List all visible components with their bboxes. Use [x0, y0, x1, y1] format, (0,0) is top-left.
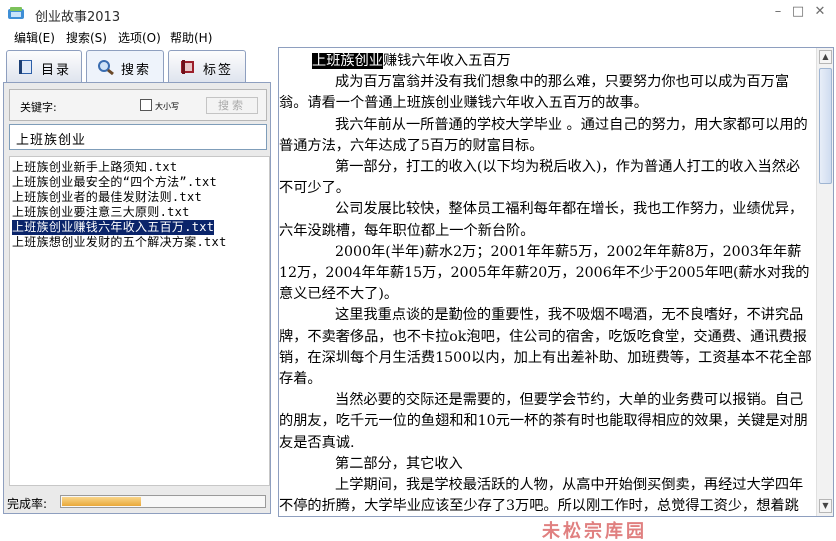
- app-logo-icon: [8, 7, 24, 19]
- tab-search[interactable]: 搜索: [86, 50, 164, 84]
- tab-contents[interactable]: 目录: [6, 50, 82, 82]
- scroll-up-icon[interactable]: ▲: [819, 50, 832, 64]
- left-panel: 目录 搜索 标签 关键字: 大小写 搜索 上班族创业 上班族创业新手上路须知.t…: [0, 47, 274, 517]
- menu-options[interactable]: 选项(O): [118, 29, 161, 46]
- progress-bar: [60, 495, 266, 508]
- article-paragraph: 这里我重点谈的是勤俭的重要性，我不吸烟不喝酒，无不良嗜好，不讲究品牌，不卖奢侈品…: [279, 307, 812, 388]
- tab-contents-label: 目录: [41, 63, 72, 78]
- result-item[interactable]: 上班族创业要注意三大原则.txt: [12, 205, 190, 220]
- search-button[interactable]: 搜索: [206, 97, 258, 114]
- search-options: 关键字: 大小写 搜索: [9, 89, 267, 121]
- article-viewer[interactable]: 上班族创业赚钱六年收入五百万 成为百万富翁并没有我们想象中的那么难，只要努力你也…: [278, 47, 834, 517]
- article-paragraph: 公司发展比较快，整体员工福利每年都在增长，我也工作努力，业绩优异，六年没跳槽，每…: [279, 201, 804, 239]
- menu-help[interactable]: 帮助(H): [170, 29, 212, 46]
- maximize-icon[interactable]: □: [790, 4, 806, 20]
- result-item[interactable]: 上班族想创业发财的五个解决方案.txt: [12, 235, 227, 250]
- search-pane: 关键字: 大小写 搜索 上班族创业 上班族创业新手上路须知.txt 上班族创业最…: [3, 82, 271, 514]
- progress-fill: [62, 497, 141, 506]
- article-paragraph: 第二部分，其它收入: [335, 455, 463, 472]
- article-paragraph: 上学期间，我是学校最活跃的人物，从高中开始倒买倒卖，再经过大学四年不停的折腾，大…: [279, 477, 804, 515]
- vertical-scrollbar[interactable]: ▲ ▼: [816, 48, 833, 516]
- menu-bar: 编辑(E) 搜索(S) 选项(O) 帮助(H): [0, 27, 836, 47]
- article-body: 上班族创业赚钱六年收入五百万 成为百万富翁并没有我们想象中的那么难，只要努力你也…: [279, 51, 813, 516]
- result-item[interactable]: 上班族创业者的最佳发财法则.txt: [12, 190, 202, 205]
- article-paragraph: 第一部分，打工的收入(以下均为税后收入)，作为普通人打工的收入当然必不可少了。: [279, 159, 801, 197]
- watermark: 未松宗库园: [542, 521, 647, 541]
- article-paragraph: 成为百万富翁并没有我们想象中的那么难，只要努力你也可以成为百万富翁。请看一个普通…: [279, 74, 790, 112]
- result-item-selected[interactable]: 上班族创业赚钱六年收入五百万.txt: [10, 219, 216, 236]
- article-paragraph: 当然必要的交际还是需要的，但要学会节约，大单的业务费可以报销。自己的朋友，吃千元…: [279, 392, 808, 451]
- scroll-down-icon[interactable]: ▼: [819, 499, 832, 513]
- tab-bookmarks-label: 标签: [203, 63, 234, 78]
- article-title: 上班族创业赚钱六年收入五百万: [279, 51, 813, 72]
- minimize-icon[interactable]: –: [770, 4, 786, 20]
- progress-label: 完成率:: [7, 497, 48, 511]
- case-sensitive-label: 大小写: [155, 102, 179, 111]
- article-paragraph: 我六年前从一所普通的学校大学毕业 。通过自己的努力，用大家都可以用的普通方法，六…: [279, 116, 808, 154]
- keyword-label: 关键字:: [20, 101, 57, 114]
- title-text: 赚钱六年收入五百万: [382, 53, 511, 69]
- case-sensitive-checkbox[interactable]: [140, 99, 152, 111]
- tab-bookmarks[interactable]: 标签: [168, 50, 246, 82]
- tab-search-label: 搜索: [121, 63, 152, 78]
- article-paragraph: 2000年(半年)薪水2万；2001年年薪5万，2002年年薪8万，2003年年…: [279, 243, 810, 303]
- menu-edit[interactable]: 编辑(E): [14, 29, 55, 46]
- close-icon[interactable]: ✕: [812, 4, 828, 20]
- scroll-thumb[interactable]: [819, 68, 832, 184]
- result-item[interactable]: 上班族创业新手上路须知.txt: [12, 160, 177, 175]
- bottom-strip: 未松宗库园: [0, 517, 836, 541]
- menu-search[interactable]: 搜索(S): [66, 29, 107, 46]
- book-icon: [19, 60, 32, 74]
- window-title: 创业故事2013: [35, 10, 121, 25]
- bookmark-icon: [181, 60, 194, 74]
- magnifier-icon: [98, 60, 114, 75]
- progress-row: 完成率:: [4, 492, 270, 512]
- keyword-input[interactable]: 上班族创业: [9, 124, 267, 150]
- search-results-list: 上班族创业新手上路须知.txt 上班族创业最安全的“四个方法”.txt 上班族创…: [9, 156, 270, 486]
- title-search-highlight: 上班族创业: [312, 53, 383, 69]
- result-item[interactable]: 上班族创业最安全的“四个方法”.txt: [12, 175, 217, 190]
- title-bar: 创业故事2013 – □ ✕: [0, 0, 836, 27]
